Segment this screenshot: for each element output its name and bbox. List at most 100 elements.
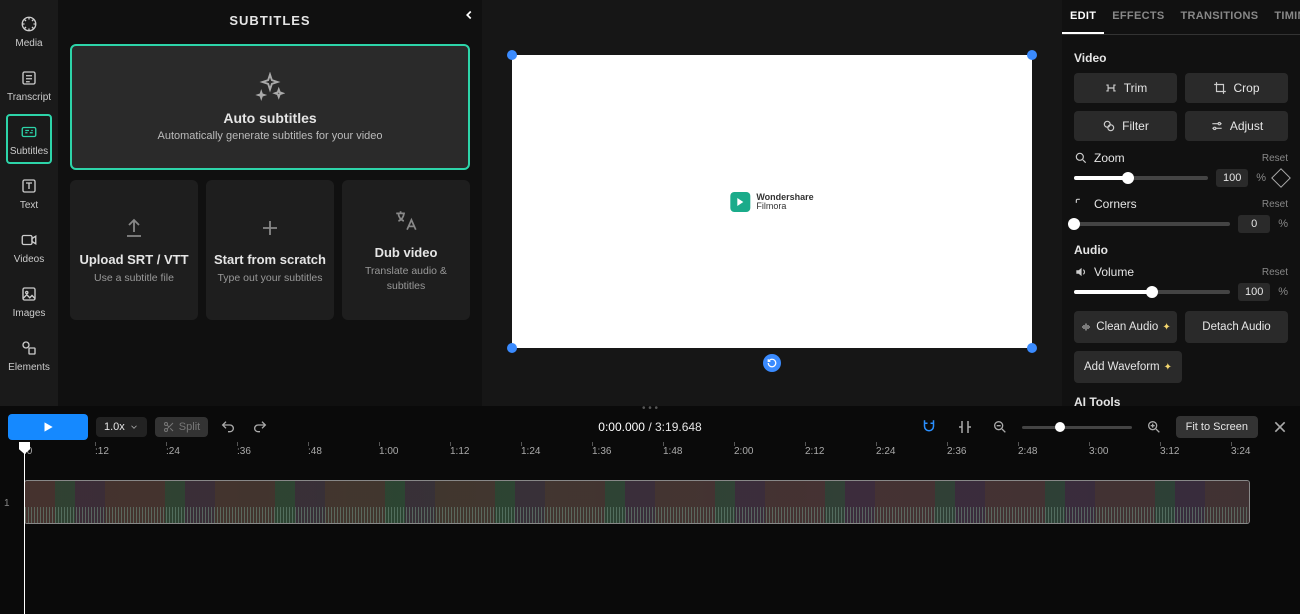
ruler-tick: 2:48 (1018, 446, 1037, 457)
trim-button[interactable]: Trim (1074, 73, 1177, 103)
tab-edit[interactable]: EDIT (1062, 0, 1104, 34)
volume-value[interactable]: 100 (1238, 283, 1270, 301)
resize-handle-tr[interactable] (1027, 50, 1037, 60)
text-icon (19, 176, 39, 196)
corners-label: Corners (1094, 197, 1137, 211)
ruler-tick: 2:00 (734, 446, 753, 457)
corners-slider[interactable] (1074, 222, 1230, 226)
collapse-panel-button[interactable] (462, 8, 476, 22)
resize-handle-tl[interactable] (507, 50, 517, 60)
ruler-tick: 2:36 (947, 446, 966, 457)
time-display: 0:00.000 / 3:19.648 (598, 420, 701, 434)
track-number: 1 (4, 498, 10, 509)
subtitles-panel: SUBTITLES Auto subtitles Automatically g… (58, 0, 482, 406)
ruler-tick: 2:12 (805, 446, 824, 457)
rotate-handle[interactable] (763, 354, 781, 372)
volume-label: Volume (1094, 265, 1134, 279)
nav-elements[interactable]: Elements (6, 330, 52, 380)
volume-icon (1074, 265, 1088, 279)
nav-transcript[interactable]: Transcript (6, 60, 52, 110)
card-sub: Type out your subtitles (217, 271, 322, 285)
timeline[interactable]: :0:12:24:36:481:001:121:241:361:482:002:… (0, 442, 1300, 614)
sparkle-icon: ✦ (1162, 322, 1170, 333)
snap-button[interactable] (952, 416, 978, 438)
videos-icon (19, 230, 39, 250)
nav-label: Subtitles (10, 146, 48, 157)
timeline-toolbar: 1.0x Split 0:00.000 / 3:19.648 Fit to Sc… (0, 412, 1300, 442)
nav-videos[interactable]: Videos (6, 222, 52, 272)
elements-icon (19, 338, 39, 358)
card-title: Start from scratch (214, 252, 326, 267)
nav-subtitles[interactable]: Subtitles (6, 114, 52, 164)
add-waveform-button[interactable]: Add Waveform✦ (1074, 351, 1182, 383)
translate-icon (393, 207, 419, 235)
resize-handle-br[interactable] (1027, 343, 1037, 353)
video-canvas[interactable]: WondershareFilmora (512, 55, 1032, 348)
volume-reset[interactable]: Reset (1262, 267, 1288, 278)
timeline-ruler[interactable]: :0:12:24:36:481:001:121:241:361:482:002:… (0, 442, 1300, 464)
fit-to-screen-button[interactable]: Fit to Screen (1176, 416, 1258, 438)
zoom-in-button[interactable] (1142, 417, 1166, 437)
auto-title: Auto subtitles (223, 110, 316, 126)
ruler-tick: :24 (166, 446, 180, 457)
undo-button[interactable] (216, 417, 240, 437)
wm-line2: Filmora (756, 202, 813, 211)
playback-speed[interactable]: 1.0x (96, 417, 147, 437)
tab-effects[interactable]: EFFECTS (1104, 0, 1172, 34)
dub-video-card[interactable]: Dub video Translate audio & subtitles (342, 180, 470, 320)
video-clip[interactable] (24, 480, 1250, 524)
media-icon (19, 14, 39, 34)
zoom-out-button[interactable] (988, 417, 1012, 437)
timeline-zoom-slider[interactable] (1022, 426, 1132, 429)
magnet-button[interactable] (916, 416, 942, 438)
resize-handle-bl[interactable] (507, 343, 517, 353)
volume-slider[interactable] (1074, 290, 1230, 294)
ruler-tick: :48 (308, 446, 322, 457)
auto-sub: Automatically generate subtitles for you… (157, 130, 382, 142)
detach-audio-button[interactable]: Detach Audio (1185, 311, 1288, 343)
ruler-tick: 2:24 (876, 446, 895, 457)
clean-audio-button[interactable]: Clean Audio✦ (1074, 311, 1177, 343)
split-button[interactable]: Split (155, 417, 208, 437)
adjust-button[interactable]: Adjust (1185, 111, 1288, 141)
nav-media[interactable]: Media (6, 6, 52, 56)
card-title: Dub video (375, 245, 438, 260)
nav-label: Text (20, 200, 38, 211)
auto-subtitles-card[interactable]: Auto subtitles Automatically generate su… (70, 44, 470, 170)
zoom-slider[interactable] (1074, 176, 1208, 180)
nav-label: Media (15, 38, 42, 49)
close-button[interactable] (1268, 415, 1292, 439)
left-nav: Media Transcript Subtitles Text Videos I… (0, 0, 58, 406)
ruler-tick: 3:00 (1089, 446, 1108, 457)
crop-button[interactable]: Crop (1185, 73, 1288, 103)
watermark: WondershareFilmora (730, 192, 813, 212)
upload-icon (122, 214, 146, 242)
ruler-tick: 3:24 (1231, 446, 1250, 457)
ruler-tick: 1:36 (592, 446, 611, 457)
start-scratch-card[interactable]: Start from scratch Type out your subtitl… (206, 180, 334, 320)
audio-section-label: Audio (1074, 243, 1288, 257)
video-section-label: Video (1074, 51, 1288, 65)
redo-button[interactable] (248, 417, 272, 437)
nav-images[interactable]: Images (6, 276, 52, 326)
tab-transitions[interactable]: TRANSITIONS (1172, 0, 1266, 34)
nav-text[interactable]: Text (6, 168, 52, 218)
corners-reset[interactable]: Reset (1262, 199, 1288, 210)
tab-timing[interactable]: TIMING (1266, 0, 1300, 34)
ruler-tick: 1:24 (521, 446, 540, 457)
zoom-value[interactable]: 100 (1216, 169, 1248, 187)
play-button[interactable] (8, 414, 88, 440)
upload-srt-card[interactable]: Upload SRT / VTT Use a subtitle file (70, 180, 198, 320)
zoom-icon (1074, 151, 1088, 165)
card-sub: Use a subtitle file (94, 271, 174, 285)
zoom-reset[interactable]: Reset (1262, 153, 1288, 164)
preview-area: WondershareFilmora (482, 0, 1062, 406)
subtitles-icon (19, 122, 39, 142)
playhead[interactable] (24, 442, 25, 614)
ruler-tick: 3:12 (1160, 446, 1179, 457)
filter-button[interactable]: Filter (1074, 111, 1177, 141)
properties-panel: EDIT EFFECTS TRANSITIONS TIMING Video Tr… (1062, 0, 1300, 406)
zoom-keyframe[interactable] (1271, 168, 1291, 188)
corners-value[interactable]: 0 (1238, 215, 1270, 233)
panel-title: SUBTITLES (229, 13, 310, 28)
